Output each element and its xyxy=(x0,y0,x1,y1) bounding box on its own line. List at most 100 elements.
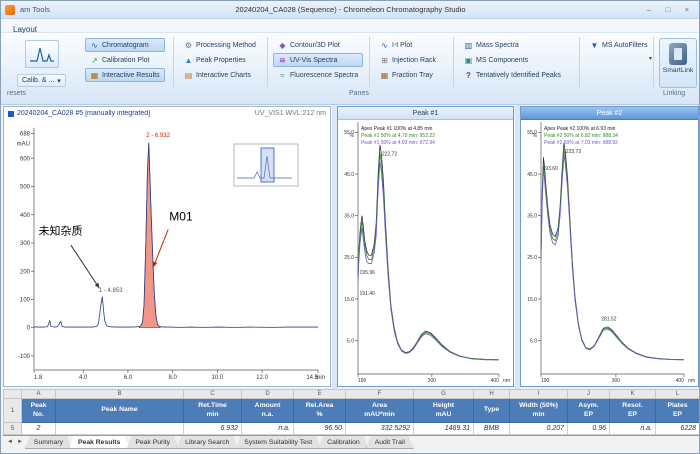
svg-text:Apex Peak #2 100% at 6.93 min: Apex Peak #2 100% at 6.93 min xyxy=(544,126,616,132)
pane-toggle-fluorescence-spectra[interactable]: Fluorescence Spectra xyxy=(273,68,363,82)
header-height[interactable]: HeightmAU xyxy=(414,399,474,423)
maximize-button[interactable]: □ xyxy=(660,4,676,16)
cell-asym[interactable]: 0.96 xyxy=(568,423,610,435)
svg-text:M01: M01 xyxy=(169,209,193,223)
tab-calibration[interactable]: Calibration xyxy=(318,436,369,449)
smartlink-icon xyxy=(669,43,687,65)
menu-bar: Layout xyxy=(1,19,699,33)
cell-ret-time[interactable]: 6.932 xyxy=(184,423,242,435)
cell-width-50[interactable]: 0.207 xyxy=(510,423,568,435)
ribbon-button-label: MS AutoFilters xyxy=(602,42,648,49)
tab-peak-purity[interactable]: Peak Purity xyxy=(126,436,179,449)
chromatogram-plot[interactable]: 1.84.06.08.010.012.014.5-100010020030040… xyxy=(4,120,326,384)
pane-toggle-processing-method[interactable]: Processing Method xyxy=(179,38,261,52)
tab-summary[interactable]: Summary xyxy=(25,436,72,449)
minimize-button[interactable]: – xyxy=(641,4,657,16)
pane-toggle-i-t-plot[interactable]: I-t Plot xyxy=(375,38,441,52)
smartlink-button[interactable]: SmartLink xyxy=(659,38,697,88)
header-ret-time[interactable]: Ret.Timemin xyxy=(184,399,242,423)
column-letter[interactable]: K xyxy=(610,390,656,399)
header-amount[interactable]: Amountn.a. xyxy=(242,399,294,423)
header-width-50[interactable]: Width (50%)min xyxy=(510,399,568,423)
header-asym[interactable]: Asym.EP xyxy=(568,399,610,423)
column-letter[interactable]: F xyxy=(346,390,414,399)
pane-toggle-mass-spectra[interactable]: Mass Spectra xyxy=(459,38,566,52)
column-letter[interactable]: E xyxy=(294,390,346,399)
pane-toggle-chromatogram[interactable]: Chromatogram xyxy=(85,38,165,52)
pane-toggle-tentatively-identified-peaks[interactable]: Tentatively Identified Peaks xyxy=(459,68,566,82)
ribbon-caption-presets: resets xyxy=(7,90,26,97)
column-letter[interactable]: I xyxy=(510,390,568,399)
tab-library-search[interactable]: Library Search xyxy=(176,436,238,449)
peak2-pane-tab[interactable]: Peak #2 xyxy=(521,107,698,120)
svg-text:6.0: 6.0 xyxy=(124,375,133,381)
pane-toggle-contour-3d-plot[interactable]: Contour/3D Plot xyxy=(273,38,363,52)
window-title: 20240204_CA028 (Sequence) - Chromeleon C… xyxy=(60,5,641,14)
injection-rack-icon xyxy=(380,56,389,65)
ribbon-button-label: Injection Rack xyxy=(392,57,436,64)
chromatogram-pane-header: 20240204_CA028 #5 [manually integrated] … xyxy=(4,107,330,120)
header-resol[interactable]: Resol.EP xyxy=(610,399,656,423)
cell-peak-name[interactable] xyxy=(56,423,184,435)
header-plates[interactable]: PlatesEP xyxy=(656,399,700,423)
header-area[interactable]: AreamAU*min xyxy=(346,399,414,423)
header-rel-area[interactable]: Rel.Area% xyxy=(294,399,346,423)
ribbon-separator xyxy=(173,37,174,87)
cell-type[interactable]: BMB xyxy=(474,423,510,435)
column-letter[interactable]: D xyxy=(242,390,294,399)
cell-height[interactable]: 1489.31 xyxy=(414,423,474,435)
cell-peak-no[interactable]: 2 xyxy=(22,423,56,435)
chromatogram-big-button[interactable] xyxy=(25,40,59,68)
pane-toggle-injection-rack[interactable]: Injection Rack xyxy=(375,53,441,67)
svg-text:5.0: 5.0 xyxy=(530,338,537,344)
corner-cell[interactable] xyxy=(4,390,22,399)
tab-nav-prev-icon[interactable]: ◄ xyxy=(5,436,15,449)
row-number[interactable]: 5 xyxy=(4,423,22,435)
close-button[interactable]: × xyxy=(679,4,695,16)
pane-toggle-peak-properties[interactable]: Peak Properties xyxy=(179,53,261,67)
ribbon-group-presets: Chromatogram Calibration Plot Interactiv… xyxy=(85,38,165,82)
header-type[interactable]: Type xyxy=(474,399,510,423)
main-panes: 20240204_CA028 #5 [manually integrated] … xyxy=(1,105,699,389)
pane-toggle-calibration-plot[interactable]: Calibration Plot xyxy=(85,53,165,67)
smartlink-dropdown-icon[interactable]: ▾ xyxy=(649,55,652,62)
pane-toggle-fraction-tray[interactable]: Fraction Tray xyxy=(375,68,441,82)
row-number[interactable]: 1 xyxy=(4,399,22,423)
column-letter[interactable]: H xyxy=(474,390,510,399)
header-peak-name[interactable]: Peak Name xyxy=(56,399,184,423)
pane-toggle-interactive-charts[interactable]: Interactive Charts xyxy=(179,68,261,82)
peak1-spectrum-plot[interactable]: 1903004005.015.025.035.045.055.0%nm222.7… xyxy=(338,120,511,386)
uv-vis-spectra-icon xyxy=(278,56,287,65)
column-letter[interactable]: B xyxy=(56,390,184,399)
pane-toggle-ms-components[interactable]: MS Components xyxy=(459,53,566,67)
svg-text:Peak #2 50% at 7.03 min: 988.9: Peak #2 50% at 7.03 min: 988.92 xyxy=(544,140,618,146)
svg-text:400: 400 xyxy=(20,213,31,219)
peak1-pane-tab[interactable]: Peak #1 xyxy=(338,107,513,120)
column-letter[interactable]: J xyxy=(568,390,610,399)
table-row: 5 2 6.932 n.a. 96.50 332.5292 1489.31 BM… xyxy=(4,423,700,435)
context-tab-tools[interactable]: am Tools xyxy=(20,5,50,14)
column-letter[interactable]: G xyxy=(414,390,474,399)
cell-amount[interactable]: n.a. xyxy=(242,423,294,435)
tab-nav-next-icon[interactable]: ► xyxy=(15,436,25,449)
ribbon-group-method: Processing Method Peak Properties Intera… xyxy=(179,38,261,82)
pane-toggle-uv-vis-spectra[interactable]: UV-Vis Spectra xyxy=(273,53,363,67)
cell-rel-area[interactable]: 96.50 xyxy=(294,423,346,435)
cell-resol[interactable]: n.a. xyxy=(610,423,656,435)
pane-toggle-ms-autofilters[interactable]: MS AutoFilters xyxy=(585,38,653,52)
calib-dropdown-button[interactable]: Calib. & ... ▾ xyxy=(17,74,66,87)
tab-system-suitability-test[interactable]: System Suitability Test xyxy=(235,436,321,449)
pane-toggle-interactive-results[interactable]: Interactive Results xyxy=(85,68,165,82)
cell-plates[interactable]: 6228 xyxy=(656,423,700,435)
tab-peak-results[interactable]: Peak Results xyxy=(69,436,129,449)
svg-text:223.73: 223.73 xyxy=(566,149,582,155)
header-peak-no[interactable]: PeakNo. xyxy=(22,399,56,423)
peak2-spectrum-plot[interactable]: 1903004005.015.025.035.045.055.0%nm223.7… xyxy=(521,120,696,386)
cell-area[interactable]: 332.5292 xyxy=(346,423,414,435)
column-letter[interactable]: A xyxy=(22,390,56,399)
column-letter[interactable]: C xyxy=(184,390,242,399)
column-letter[interactable]: L xyxy=(656,390,700,399)
tab-audit-trail[interactable]: Audit Trail xyxy=(366,436,414,449)
svg-text:nm: nm xyxy=(688,378,695,384)
svg-text:2 - 6.932: 2 - 6.932 xyxy=(146,133,170,139)
